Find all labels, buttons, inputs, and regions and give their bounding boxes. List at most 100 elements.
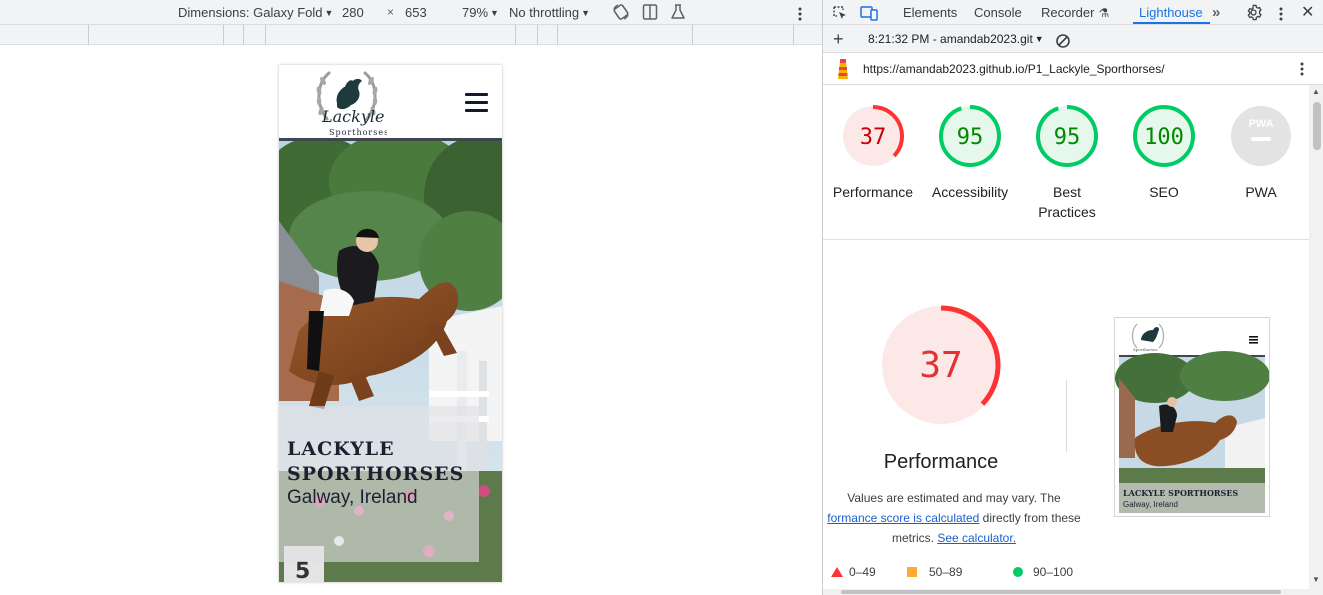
gauge-ring: 95 [939,105,1001,167]
chevron-down-icon: ▼ [1034,34,1044,44]
device-toggle-icon[interactable] [860,4,878,21]
device-width-input[interactable]: 280 [342,0,364,25]
logo-subtext: Sporthorses [329,128,387,137]
gauge-ring: 95 [1036,105,1098,167]
report-url[interactable]: https://amandab2023.github.io/P1_Lackyle… [863,62,1165,76]
hurdle-number: 5 [295,559,310,582]
gauge-background [1231,106,1291,166]
legend-fail-icon [831,567,843,577]
gauge-score: 37 [860,125,887,150]
logo-text: Lackyle [321,107,384,126]
legend-pass: 90–100 [1013,565,1073,579]
gauge-label: Best Practices [1038,184,1096,220]
active-tab-indicator [1133,22,1210,24]
more-options-icon[interactable] [797,5,803,21]
performance-big-gauge: 37 [880,304,1002,431]
gauge-seo[interactable]: 100 SEO [1117,103,1211,202]
legend-range: 90–100 [1033,565,1074,579]
new-report-plus-icon[interactable]: + [833,25,844,53]
lighthouse-logo-icon [835,59,851,84]
dual-screen-icon[interactable] [642,3,658,21]
gauge-label: Accessibility [931,184,1009,200]
report-url-bar: https://amandab2023.github.io/P1_Lackyle… [823,54,1323,85]
gauge-pwa[interactable]: PWA PWA [1214,103,1308,202]
performance-description: Values are estimated and may vary. The f… [823,488,1085,548]
desc-line: directly from these [979,511,1081,525]
gauge-accessibility[interactable]: 95 Accessibility [923,103,1017,202]
device-toolbar: Dimensions: Galaxy Fold ▼ 280 × 653 79% ▼ … [0,0,822,25]
tab-recorder[interactable]: Recorder ⚗ [1041,0,1109,25]
ruler-segment [692,25,693,45]
more-options-icon[interactable] [1299,61,1305,80]
clear-report-icon[interactable] [1055,31,1071,48]
tab-recorder-label: Recorder [1041,5,1095,20]
rotate-icon[interactable] [612,3,630,21]
score-calculated-link[interactable]: formance score is calculated [827,511,979,525]
pwa-badge-text: PWA [1248,118,1273,130]
hero-image: 5 LACKYLE SPORTHORSES Galway, Ireland [279,141,502,582]
gauge-label: SEO [1149,184,1179,200]
green-circle-icon [1013,567,1023,577]
more-options-icon[interactable] [1278,5,1284,21]
chevron-down-icon: ▼ [490,8,499,18]
zoom-label: 79% [462,5,489,20]
report-horizontal-scrollbar[interactable] [823,589,1309,595]
report-vertical-scrollbar[interactable]: ▲ ▼ [1309,85,1323,595]
settings-gear-icon[interactable] [1245,4,1262,21]
devtools-tabbar: Elements Console Recorder ⚗ Lighthouse » … [823,0,1323,25]
thumbnail-title: LACKYLE SPORTHORSES [1123,488,1238,498]
svg-text:Sporthorses: Sporthorses [1133,347,1158,352]
see-calculator-link[interactable]: See calculator. [937,531,1016,545]
menu-hamburger-icon[interactable] [465,93,488,112]
zoom-select[interactable]: 79% ▼ [462,0,499,25]
flask-icon[interactable] [670,3,686,21]
ruler-segment [537,25,538,45]
throttling-label: No throttling [509,5,580,20]
scroll-down-arrow-icon[interactable]: ▼ [1312,575,1320,584]
device-height-input[interactable]: 653 [405,0,427,25]
flask-icon: ⚗ [1098,6,1110,20]
hero-subtitle: Galway, Ireland [287,487,418,508]
lighthouse-report: 37 Performance 95 Accessibility 95 Best Practi… [823,85,1309,595]
legend-fail: 0–49 [831,565,876,579]
ruler-segment [515,25,516,45]
desc-line: metrics. [891,531,938,545]
big-gauge-score: 37 [919,345,962,386]
ruler-segment [557,25,558,45]
throttling-select[interactable]: No throttling ▼ [509,0,590,25]
report-selector-label: 8:21:32 PM - amandab2023.git [868,32,1033,46]
gauge-performance[interactable]: 37 Performance [826,103,920,202]
final-screenshot-thumbnail[interactable]: Sporthorses LACKYLE SPORTHORSES Galway, … [1114,317,1270,517]
tab-elements[interactable]: Elements [903,0,957,25]
hero-title: LACKYLE SPORTHORSES [287,437,497,487]
hero-title-line: SPORTHORSES [287,463,465,485]
gauge-score: 100 [1144,125,1184,150]
device-dimensions-label: Dimensions: Galaxy Fold [178,5,323,20]
ruler-segment [793,25,794,45]
gauge-score: 95 [1054,125,1081,150]
ruler-segment [88,25,89,45]
section-divider [823,239,1309,240]
ruler-segment [243,25,244,45]
pwa-dash-icon [1251,137,1271,141]
gauge-score: 95 [957,125,984,150]
scrollbar-thumb[interactable] [1313,102,1321,150]
ruler-segment [223,25,224,45]
more-tabs-icon[interactable]: » [1212,0,1220,25]
inspect-element-icon[interactable] [832,4,848,21]
gauge-label: PWA [1245,184,1277,200]
report-selector[interactable]: 8:21:32 PM - amandab2023.git ▼ [868,25,1044,53]
device-dimensions-select[interactable]: Dimensions: Galaxy Fold ▼ [178,0,333,25]
legend-range: 50–89 [929,565,963,579]
close-icon[interactable]: ✕ [1301,0,1314,25]
gauge-best-practices[interactable]: 95 Best Practices [1020,103,1114,222]
site-logo[interactable]: Lackyle Sporthorses [307,67,388,139]
media-query-ruler[interactable] [0,25,822,45]
scroll-up-arrow-icon[interactable]: ▲ [1312,87,1320,96]
lighthouse-toolbar: + 8:21:32 PM - amandab2023.git ▼ [823,25,1323,53]
tab-console[interactable]: Console [974,0,1022,25]
hero-title-line: LACKYLE [287,438,395,460]
site-header: Lackyle Sporthorses [279,65,502,141]
performance-title: Performance [883,451,999,473]
scrollbar-thumb[interactable] [841,590,1281,594]
